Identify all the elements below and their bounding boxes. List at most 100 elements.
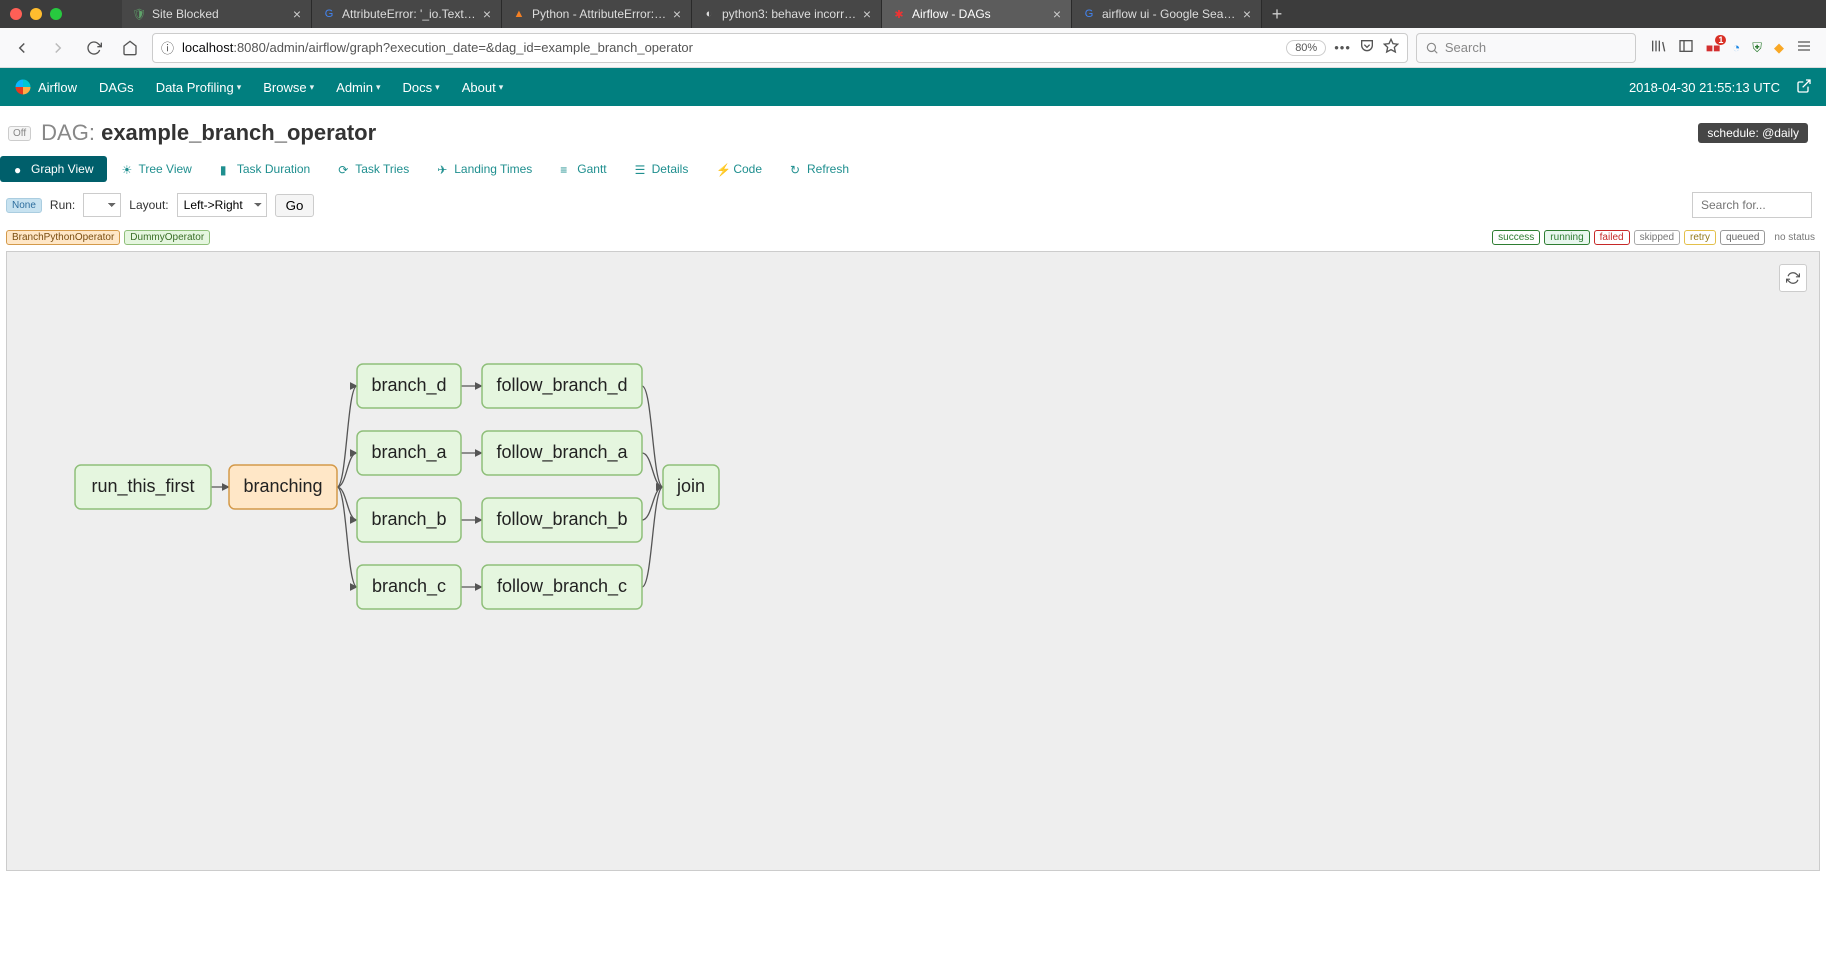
sidebar-icon[interactable] [1678,38,1694,57]
graph-node-run_this_first[interactable]: run_this_first [75,465,211,509]
graph-node-branch_d[interactable]: branch_d [357,364,461,408]
tab-close-icon[interactable]: × [293,6,301,22]
new-tab-button[interactable]: + [1262,4,1292,25]
nav-item[interactable]: About▾ [462,80,504,95]
dag-subtab[interactable]: ⟳Task Tries [324,156,423,182]
tab-title: Airflow - DAGs [912,7,1047,21]
graph-node-branch_c[interactable]: branch_c [357,565,461,609]
legend-row: BranchPythonOperator DummyOperator succe… [0,228,1826,251]
graph-node-branch_b[interactable]: branch_b [357,498,461,542]
svg-text:branching: branching [243,476,322,496]
dag-subtab[interactable]: ✈ Landing Times [423,156,546,182]
tab-title: Site Blocked [152,7,287,21]
browser-extension-icons: ■■ ◔ ⛨ ◆ [1644,38,1818,57]
svg-text:follow_branch_d: follow_branch_d [496,375,627,396]
minimize-window-icon[interactable] [30,8,42,20]
nav-item[interactable]: Admin▾ [336,80,380,95]
nav-item[interactable]: DAGs [99,80,134,95]
tab-close-icon[interactable]: × [1053,6,1061,22]
info-icon[interactable]: ⓘ [161,38,174,57]
extension-lastpass-icon[interactable]: ■■ [1706,41,1721,55]
subtab-label: Tree View [138,162,191,176]
subtab-label: Landing Times [454,162,532,176]
svg-text:run_this_first: run_this_first [91,476,194,497]
graph-node-join[interactable]: join [663,465,719,509]
dag-subtab[interactable]: ⚡Code [702,156,776,182]
save-pocket-icon[interactable] [1359,38,1375,57]
external-link-icon[interactable] [1796,78,1812,97]
dag-subtab[interactable]: ↻Refresh [776,156,863,182]
tab-close-icon[interactable]: × [673,6,681,22]
browser-tab[interactable]: ◐python3: behave incorrectly m…× [692,0,882,28]
bookmark-star-icon[interactable] [1383,38,1399,57]
status-running: running [1544,230,1589,245]
graph-node-follow_branch_c[interactable]: follow_branch_c [482,565,642,609]
graph-node-follow_branch_a[interactable]: follow_branch_a [482,431,642,475]
tab-close-icon[interactable]: × [483,6,491,22]
url-bar[interactable]: ⓘ localhost:8080/admin/airflow/graph?exe… [152,33,1408,63]
tab-favicon-icon: ✱ [892,7,906,21]
dag-subtab[interactable]: ≡Gantt [546,156,620,182]
layout-label: Layout: [129,198,168,212]
dag-subtabs: ●Graph View ☀ Tree View ▮Task Duration⟳Task… [0,156,1826,182]
extension-ublock-icon[interactable]: ⛨ [1752,40,1762,56]
airflow-brand[interactable]: Airflow [14,78,77,96]
subtab-label: Task Duration [237,162,310,176]
svg-text:branch_a: branch_a [371,442,447,463]
page-actions-icon[interactable]: ••• [1334,40,1351,55]
reload-button[interactable] [80,34,108,62]
tab-close-icon[interactable]: × [863,6,871,22]
refresh-icon [1786,271,1800,285]
zoom-badge[interactable]: 80% [1286,40,1326,56]
forward-button[interactable] [44,34,72,62]
go-button[interactable]: Go [275,194,315,217]
search-bar[interactable]: Search [1416,33,1636,63]
nav-item[interactable]: Browse▾ [263,80,314,95]
dag-name: example_branch_operator [101,120,376,145]
tab-close-icon[interactable]: × [1243,6,1251,22]
close-window-icon[interactable] [10,8,22,20]
browser-tab[interactable]: ✱ Airflow - DAGs × [882,0,1072,28]
brand-text: Airflow [38,80,77,95]
extension-icon[interactable]: ◔ [1732,40,1740,55]
status-failed: failed [1594,230,1630,245]
graph-node-branching[interactable]: branching [229,465,337,509]
nav-item[interactable]: Docs▾ [403,80,440,95]
dag-subtab[interactable]: ☰Details [621,156,703,182]
status-queued: queued [1720,230,1765,245]
browser-tab[interactable]: Gairflow ui - Google Search× [1072,0,1262,28]
graph-node-branch_a[interactable]: branch_a [357,431,461,475]
graph-node-follow_branch_b[interactable]: follow_branch_b [482,498,642,542]
subtab-icon: ≡ [560,163,572,175]
graph-refresh-button[interactable] [1779,264,1807,292]
browser-tab[interactable]: GAttributeError: '_io.TextIOWrap…× [312,0,502,28]
tab-favicon-icon: G [322,7,336,21]
subtab-icon: ☀ [121,163,133,175]
dag-graph-svg: run_this_first branching branch_d branch_ab… [7,252,1819,870]
nav-item[interactable]: Data Profiling▾ [156,80,242,95]
home-button[interactable] [116,34,144,62]
graph-canvas[interactable]: run_this_first branching branch_d branch_ab… [6,251,1820,871]
dag-subtab[interactable]: ☀ Tree View [107,156,205,182]
zoom-window-icon[interactable] [50,8,62,20]
library-icon[interactable] [1650,38,1666,57]
dag-subtab[interactable]: ●Graph View [0,156,107,182]
subtab-icon: ✈ [437,163,449,175]
browser-tab[interactable]: ▲Python - AttributeError: '_io.Te…× [502,0,692,28]
run-select[interactable] [83,193,121,217]
status-success: success [1492,230,1540,245]
layout-select[interactable]: Left->Right [177,193,267,217]
back-button[interactable] [8,34,36,62]
svg-text:join: join [676,476,705,496]
hamburger-menu-icon[interactable] [1796,38,1812,57]
graph-node-follow_branch_d[interactable]: follow_branch_d [482,364,642,408]
node-search-input[interactable] [1692,192,1812,218]
status-retry: retry [1684,230,1716,245]
dag-toggle[interactable]: Off [8,126,31,141]
caret-down-icon: ▾ [310,82,315,93]
dag-subtab[interactable]: ▮Task Duration [206,156,324,182]
tab-favicon-icon: ▲ [512,7,526,21]
extension-icon-2[interactable]: ◆ [1774,40,1784,56]
tab-favicon-icon: ◐ [702,7,716,21]
browser-tab[interactable]: 🛡Site Blocked× [122,0,312,28]
